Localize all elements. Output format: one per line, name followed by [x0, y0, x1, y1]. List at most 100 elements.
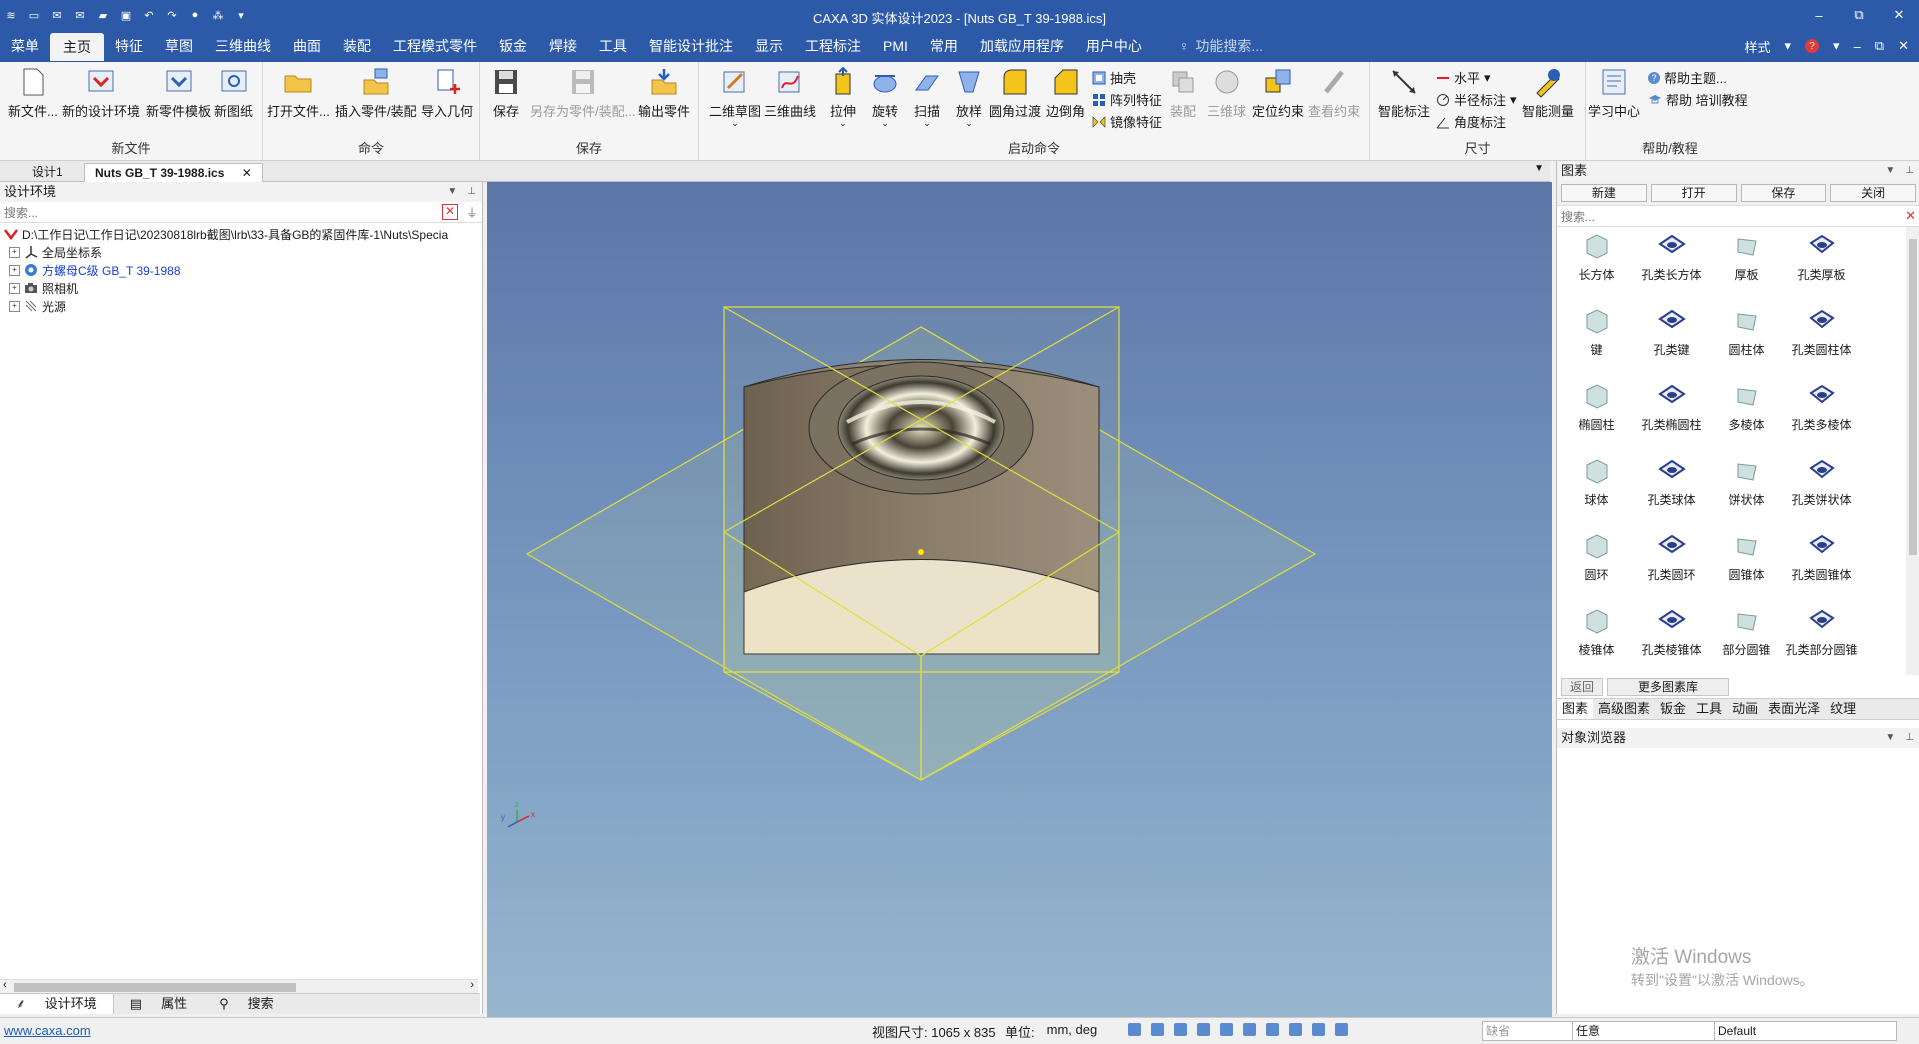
tab-advanced-elements[interactable]: 高级图素	[1593, 699, 1655, 719]
open-catalog-button[interactable]: 打开	[1650, 184, 1737, 202]
chevron-down-icon[interactable]: ▾	[234, 8, 248, 22]
elements-search[interactable]: 搜索... ✕	[1557, 206, 1919, 227]
extrude-button[interactable]: 拉伸 ⌄	[827, 66, 859, 128]
element-item[interactable]: 孔类圆柱体	[1784, 302, 1859, 377]
minimize-button[interactable]: –	[1799, 0, 1839, 30]
tree-node-global-cs[interactable]: + 全局坐标系	[0, 243, 482, 261]
menu-item-eng-dim[interactable]: 工程标注	[794, 31, 872, 61]
loft-button[interactable]: 放样 ⌄	[953, 66, 985, 128]
chevron-down-icon[interactable]: ▾	[1785, 38, 1792, 54]
element-item[interactable]: 多棱体	[1709, 377, 1784, 452]
chevron-down-icon[interactable]: ▼	[447, 182, 457, 202]
sketch-2d-button[interactable]: 二维草图 ⌄	[709, 66, 761, 128]
menu-item-feature[interactable]: 特征	[104, 31, 154, 61]
element-item[interactable]: 孔类键	[1634, 302, 1709, 377]
element-item[interactable]: 长方体	[1559, 227, 1634, 302]
nut-model-scene[interactable]: z x y	[487, 182, 1552, 1017]
close-button[interactable]: ✕	[1879, 0, 1919, 30]
redo-icon[interactable]: ↷	[165, 8, 179, 22]
mirror-button[interactable]: 镜像特征	[1092, 112, 1162, 131]
smart-measure-button[interactable]: 智能测量	[1522, 66, 1574, 120]
menu-item-surface[interactable]: 曲面	[282, 31, 332, 61]
element-item[interactable]: 球体	[1559, 452, 1634, 527]
menu-item-tools[interactable]: 工具	[588, 31, 638, 61]
unit-readout[interactable]: 单位: mm, deg	[1005, 1022, 1097, 1041]
zoom-icon[interactable]	[1128, 1023, 1141, 1036]
tree-node-light[interactable]: + 光源	[0, 297, 482, 315]
menu-item-menu[interactable]: 菜单	[0, 31, 50, 61]
customize-icon[interactable]: ⁂	[211, 8, 225, 22]
new-catalog-button[interactable]: 新建	[1561, 184, 1647, 202]
scrollbar-thumb[interactable]	[1909, 239, 1917, 555]
camera-icon[interactable]	[1312, 1023, 1325, 1036]
menu-item-home[interactable]: 主页	[50, 33, 104, 61]
new-drawing-button[interactable]: 新图纸	[214, 66, 253, 120]
fillet-button[interactable]: 圆角过渡	[989, 66, 1041, 120]
chamfer-button[interactable]: 边倒角	[1046, 66, 1085, 120]
ball-3d-button[interactable]: 三维球	[1207, 66, 1246, 120]
learning-center-button[interactable]: 学习中心	[1588, 66, 1640, 120]
element-item[interactable]: 孔类棱锥体	[1634, 602, 1709, 677]
save-icon[interactable]: ▣	[119, 8, 133, 22]
element-item[interactable]: 椭圆柱	[1559, 377, 1634, 452]
tab-nuts-file[interactable]: Nuts GB_T 39-1988.ics ✕	[84, 163, 263, 182]
expand-icon[interactable]: +	[9, 300, 20, 312]
menu-item-user-center[interactable]: 用户中心	[1075, 31, 1153, 61]
new-file-button[interactable]: 新文件...	[8, 66, 58, 120]
minimize-icon[interactable]: –	[1854, 39, 1861, 54]
menu-item-load-apps[interactable]: 加载应用程序	[969, 31, 1075, 61]
pin-icon[interactable]: ⊥	[1905, 728, 1914, 748]
mail-icon[interactable]: ✉	[73, 8, 87, 22]
function-search[interactable]: ♀ 功能搜索...	[1179, 36, 1263, 56]
shell-button[interactable]: 抽壳	[1092, 68, 1136, 87]
open-file-button[interactable]: 打开文件...	[267, 66, 330, 120]
element-item[interactable]: 厚板	[1709, 227, 1784, 302]
element-item[interactable]: 圆柱体	[1709, 302, 1784, 377]
close-icon[interactable]: ✕	[1898, 38, 1909, 54]
menu-item-sheetmetal[interactable]: 钣金	[488, 31, 538, 61]
import-geometry-button[interactable]: 导入几何	[421, 66, 473, 120]
select-icon[interactable]	[1335, 1023, 1348, 1036]
tab-surface-gloss[interactable]: 表面光泽	[1763, 699, 1825, 719]
section-icon[interactable]	[1243, 1023, 1256, 1036]
pin-icon[interactable]: ⊥	[1905, 161, 1914, 181]
element-item[interactable]: 孔类圆环	[1634, 527, 1709, 602]
chevron-down-icon[interactable]: ▼	[1534, 163, 1544, 174]
tab-search[interactable]: ⚲ 搜索	[203, 994, 290, 1014]
element-item[interactable]: 键	[1559, 302, 1634, 377]
element-item[interactable]: 孔类圆锥体	[1784, 527, 1859, 602]
tree-node-square-nut[interactable]: + 方螺母C级 GB_T 39-1988	[0, 261, 482, 279]
settings-icon[interactable]: ●	[188, 8, 202, 22]
chevron-down-icon[interactable]: ▼	[1885, 161, 1895, 181]
menu-item-eng-part[interactable]: 工程模式零件	[382, 31, 488, 61]
menu-item-assembly[interactable]: 装配	[332, 31, 382, 61]
chevron-down-icon[interactable]: ▼	[1885, 728, 1895, 748]
tab-design-env[interactable]: ⸙ 设计环境	[0, 994, 114, 1014]
element-item[interactable]: 孔类部分圆锥	[1784, 602, 1859, 677]
element-item[interactable]: 饼状体	[1709, 452, 1784, 527]
chevron-down-icon[interactable]: ▾	[1833, 38, 1840, 54]
tree-node-camera[interactable]: + 照相机	[0, 279, 482, 297]
sweep-button[interactable]: 扫描 ⌄	[911, 66, 943, 128]
tab-texture[interactable]: 纹理	[1825, 699, 1861, 719]
mail-icon[interactable]: ✉	[50, 8, 64, 22]
maximize-button[interactable]: ⧉	[1839, 0, 1879, 30]
new-part-template-button[interactable]: 新零件模板	[146, 66, 211, 120]
more-elements-button[interactable]: 更多图素库	[1607, 678, 1730, 696]
caxa-website-link[interactable]: www.caxa.com	[4, 1023, 91, 1038]
new-design-env-button[interactable]: 新的设计环境	[62, 66, 140, 120]
expand-icon[interactable]: +	[9, 264, 20, 276]
element-item[interactable]: 圆锥体	[1709, 527, 1784, 602]
help-icon[interactable]: ?	[1805, 39, 1820, 53]
curve-3d-button[interactable]: 三维曲线	[764, 66, 816, 120]
clear-search-icon[interactable]: ✕	[442, 204, 458, 220]
element-item[interactable]: 孔类球体	[1634, 452, 1709, 527]
radius-dim-button[interactable]: 半径标注 ▾	[1436, 90, 1517, 109]
element-item[interactable]: 部分圆锥	[1709, 602, 1784, 677]
expand-icon[interactable]: +	[9, 246, 20, 258]
element-item[interactable]: 孔类厚板	[1784, 227, 1859, 302]
element-item[interactable]: 棱锥体	[1559, 602, 1634, 677]
horizontal-dim-button[interactable]: 水平 ▾	[1436, 68, 1491, 87]
restore-icon[interactable]: ⧉	[1875, 38, 1884, 54]
menu-item-common[interactable]: 常用	[919, 31, 969, 61]
